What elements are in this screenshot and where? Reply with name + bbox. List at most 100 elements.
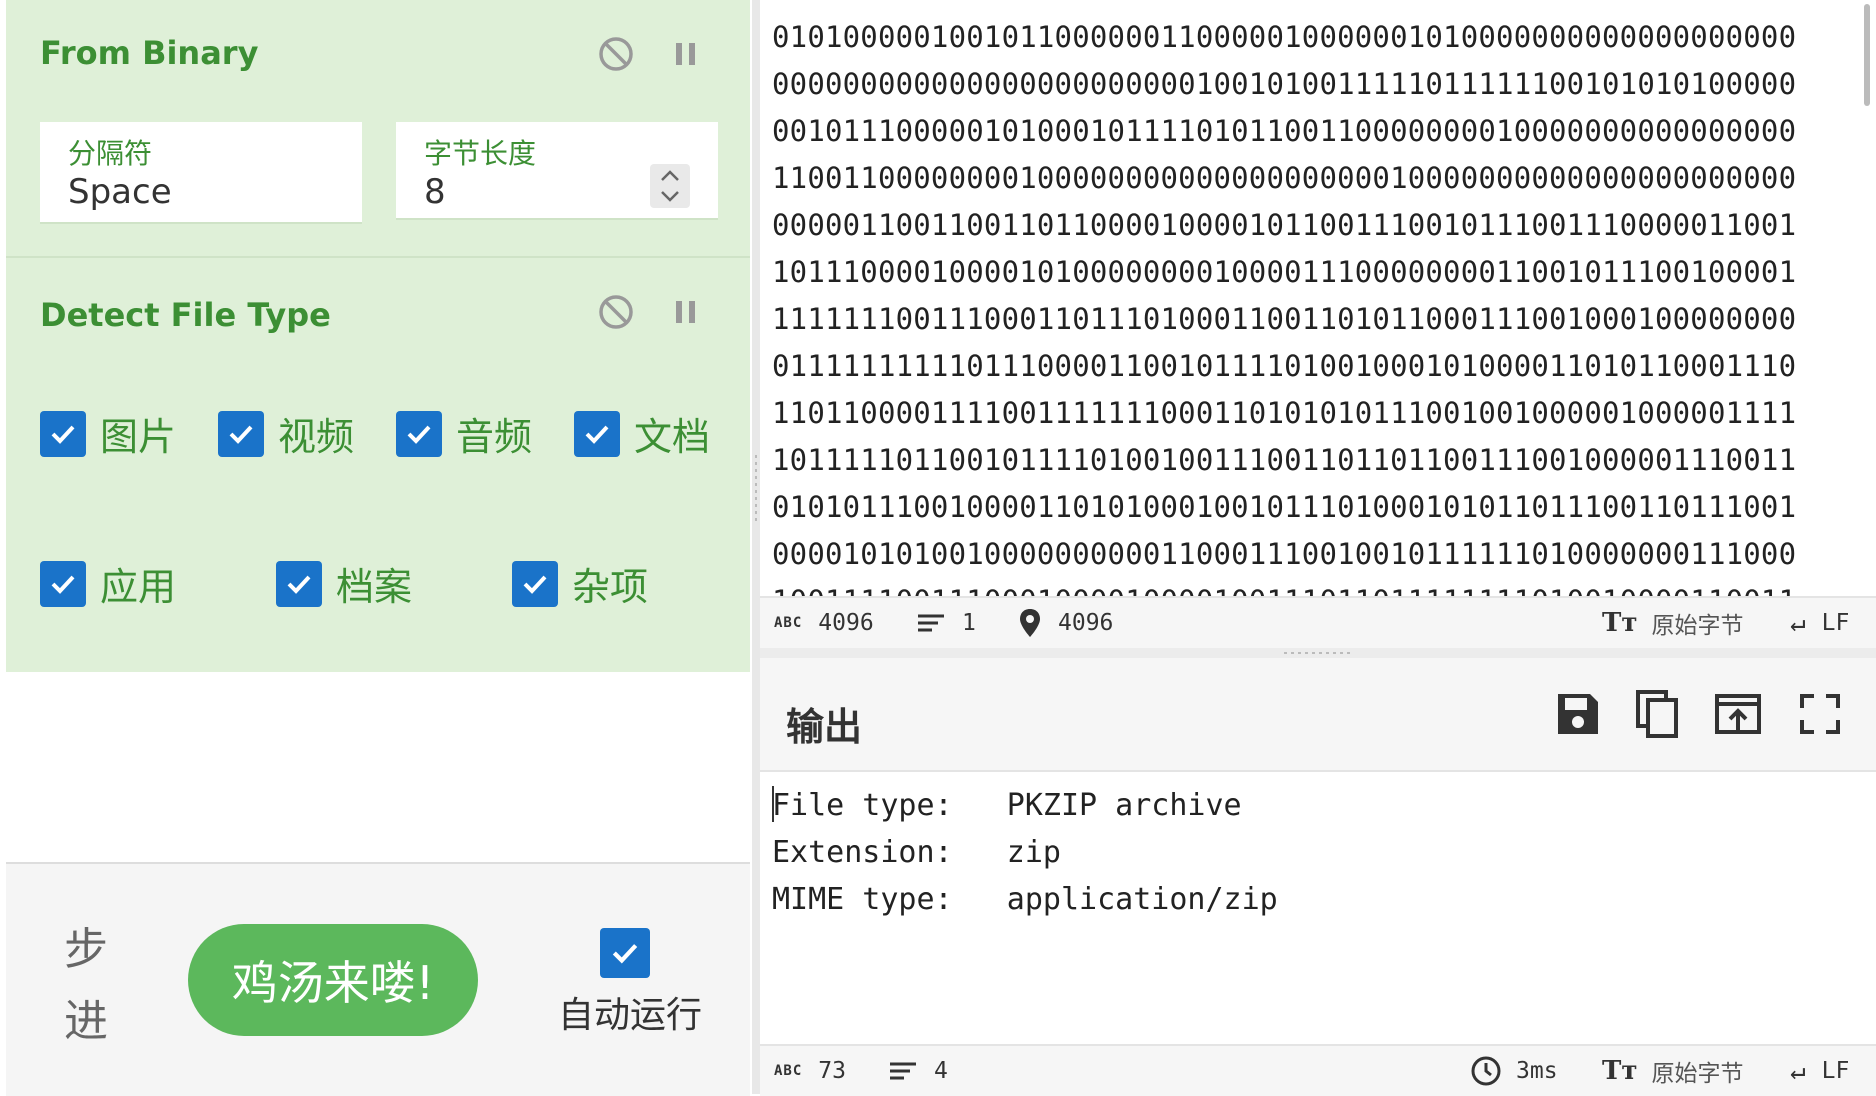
controls-bar: 步进 鸡汤来喽! 自动运行 [6, 862, 750, 1096]
input-line: 1100110000000010000000000000000000010000… [772, 161, 1797, 195]
output-header: 输出 [760, 658, 1876, 772]
input-line: 0101000001001011000000110000010000001010… [772, 20, 1797, 54]
text-size-icon: Tт [1602, 608, 1638, 638]
checkbox-label: 杂项 [572, 565, 649, 609]
output-time-value: 3ms [1516, 1058, 1558, 1084]
operation-detect-file-type: Detect File Type 图片 视频 音频 文档 应用 档案 杂项 [6, 258, 750, 672]
checkbox-label: 应用 [100, 565, 177, 609]
checkbox-label: 图片 [100, 415, 177, 459]
input-length: ABC 4096 [774, 610, 874, 636]
return-arrow-icon: ↵ [1790, 1056, 1806, 1086]
abc-icon: ABC [774, 1063, 803, 1079]
checkbox-archives[interactable]: 档案 [276, 556, 412, 611]
input-line: 1011111011001011110100100111001101101100… [772, 443, 1797, 477]
checkbox-checked-icon[interactable] [574, 410, 620, 457]
checkbox-checked-icon[interactable] [396, 410, 442, 457]
io-splitter[interactable] [760, 648, 1876, 658]
output-time: 3ms [1470, 1055, 1558, 1087]
checkbox-audio[interactable]: 音频 [396, 406, 532, 461]
operation-title: From Binary [40, 34, 259, 72]
splitter-grip-icon [1284, 652, 1354, 654]
checkbox-applications[interactable]: 应用 [40, 556, 176, 611]
return-arrow-icon: ↵ [1790, 608, 1806, 638]
checkbox-checked-icon[interactable] [218, 410, 264, 457]
input-encoding[interactable]: Tт 原始字节 [1602, 606, 1743, 640]
abc-icon: ABC [774, 615, 803, 631]
save-icon[interactable] [1552, 688, 1604, 740]
output-textarea[interactable]: File type: PKZIP archive Extension: zip MI… [772, 782, 1278, 923]
pause-icon[interactable] [666, 292, 706, 332]
delimiter-field[interactable]: 分隔符 Space [40, 122, 362, 224]
checkbox-checked-icon[interactable] [276, 560, 322, 607]
delimiter-label: 分隔符 [68, 137, 153, 170]
input-line: 1111111001110001101110100011001101011000… [772, 302, 1797, 336]
input-line: 0101011100100001101010001001011101000101… [772, 490, 1797, 524]
checkbox-documents[interactable]: 文档 [574, 406, 710, 461]
io-panel: 0101000001001011000000110000010000001010… [760, 0, 1876, 1096]
output-eol[interactable]: ↵ LF [1790, 1056, 1849, 1086]
output-status-bar: ABC 73 4 3ms Tт 原始字节 ↵ LF [760, 1044, 1876, 1096]
input-line: 1101100001111001111111000110101010111001… [772, 396, 1797, 430]
checkbox-label: 音频 [456, 415, 533, 459]
text-size-icon: Tт [1602, 1056, 1638, 1086]
input-line: 0111111111101110000110010111101001000101… [772, 349, 1797, 383]
input-eol-value: LF [1821, 610, 1850, 636]
byte-length-value: 8 [424, 172, 446, 212]
input-line: 0000101010010000000000110001110010010111… [772, 537, 1797, 571]
input-length-value: 4096 [818, 610, 874, 636]
input-line: 0000011001100110110000100001011001110010… [772, 208, 1797, 242]
output-line: Extension: zip [772, 835, 1061, 870]
bake-button[interactable]: 鸡汤来喽! [188, 924, 478, 1036]
input-position: 4096 [1018, 608, 1113, 638]
lines-icon [890, 1062, 916, 1080]
delimiter-value: Space [68, 172, 172, 212]
checkbox-video[interactable]: 视频 [218, 406, 354, 461]
copy-icon[interactable] [1632, 688, 1684, 740]
auto-bake-checkbox[interactable] [600, 928, 650, 978]
panel-divider[interactable] [752, 0, 760, 1094]
checkbox-label: 文档 [634, 415, 711, 459]
output-encoding-value: 原始字节 [1651, 1061, 1744, 1087]
checkbox-checked-icon[interactable] [512, 560, 558, 607]
auto-bake-label: 自动运行 [558, 995, 703, 1036]
replace-input-icon[interactable] [1712, 688, 1764, 740]
output-title: 输出 [786, 705, 863, 749]
recipe-panel: From Binary 分隔符 Space 字节长度 8 Detect File… [0, 0, 752, 1096]
fullscreen-icon[interactable] [1794, 688, 1846, 740]
checkbox-label: 视频 [278, 415, 355, 459]
input-line: 1011100001000010100000000100001110000000… [772, 255, 1797, 289]
input-eol[interactable]: ↵ LF [1790, 608, 1849, 638]
lines-icon [918, 614, 944, 632]
clock-icon [1471, 1056, 1501, 1086]
input-line: 0010111000001010001011110101100110000000… [772, 114, 1797, 148]
number-stepper[interactable] [650, 164, 690, 208]
disable-icon[interactable] [596, 292, 636, 332]
output-line: File type: PKZIP archive [772, 788, 1242, 823]
checkbox-images[interactable]: 图片 [40, 406, 176, 461]
disable-icon[interactable] [596, 34, 636, 74]
step-button[interactable]: 步进 [64, 914, 114, 1058]
checkbox-checked-icon[interactable] [40, 560, 86, 607]
location-pin-icon [1020, 609, 1040, 637]
checkbox-checked-icon[interactable] [40, 410, 86, 457]
input-line: 1001111001110001000010000100111011011111… [772, 578, 1852, 596]
pause-icon[interactable] [666, 34, 706, 74]
output-encoding[interactable]: Tт 原始字节 [1602, 1054, 1743, 1088]
input-lines-value: 1 [962, 610, 976, 636]
input-lines: 1 [916, 610, 976, 636]
operation-title: Detect File Type [40, 296, 331, 334]
input-encoding-value: 原始字节 [1651, 613, 1744, 639]
resize-grip-icon[interactable] [752, 455, 760, 525]
output-length: ABC 73 [774, 1058, 846, 1084]
input-textarea[interactable]: 0101000001001011000000110000010000001010… [772, 14, 1852, 596]
checkbox-label: 档案 [336, 565, 413, 609]
byte-length-field[interactable]: 字节长度 8 [396, 122, 718, 220]
input-line: 0000000000000000000000001001010011111011… [772, 67, 1797, 101]
byte-length-label: 字节长度 [424, 137, 537, 170]
checkbox-misc[interactable]: 杂项 [512, 556, 648, 611]
input-status-bar: ABC 4096 1 4096 Tт 原始字节 ↵ LF [760, 596, 1876, 648]
input-scrollbar[interactable] [1864, 4, 1870, 106]
output-lines-value: 4 [934, 1058, 948, 1084]
output-lines: 4 [888, 1058, 948, 1084]
output-eol-value: LF [1821, 1058, 1850, 1084]
